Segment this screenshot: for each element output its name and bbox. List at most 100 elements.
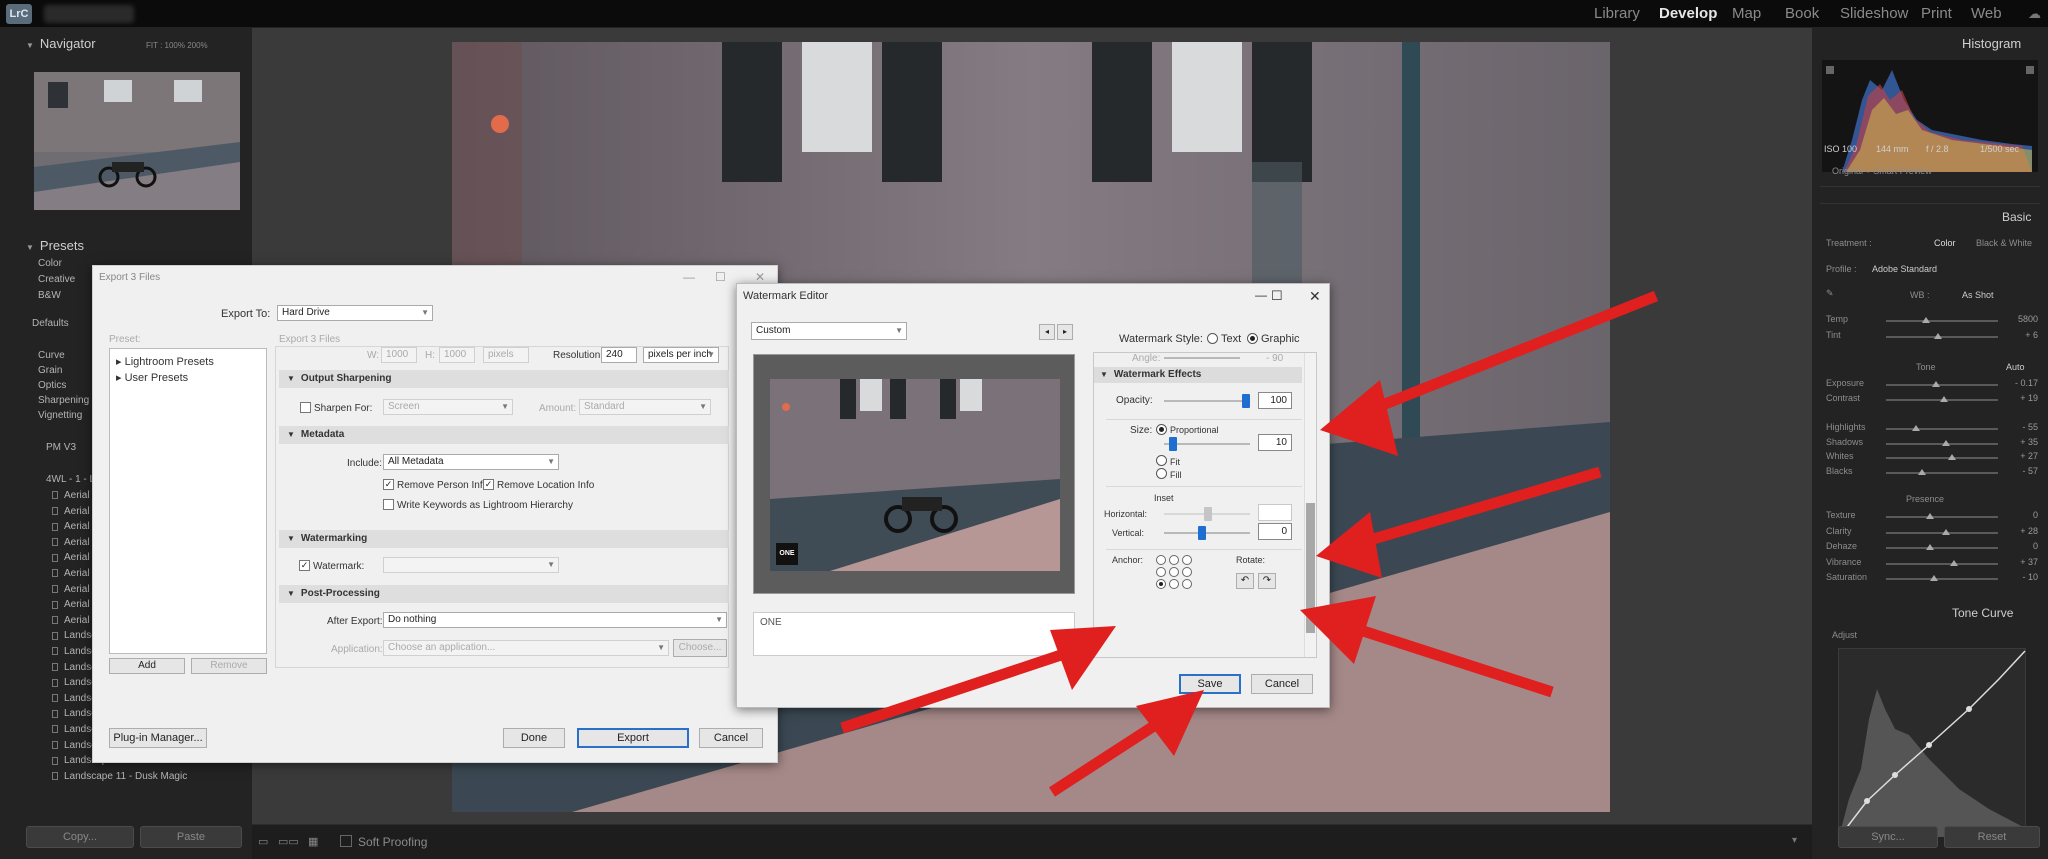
add-preset-button[interactable]: Add (109, 658, 185, 674)
anchor-middle-right[interactable] (1182, 567, 1192, 577)
paste-button[interactable]: Paste (140, 826, 242, 848)
height-input[interactable]: 1000 (439, 347, 475, 363)
size-slider-thumb[interactable] (1168, 437, 1177, 451)
preset-item[interactable]: Landsc (52, 646, 96, 657)
view-survey-icon[interactable]: ▦ (308, 835, 318, 848)
preset-item[interactable]: Landscape 11 - Dusk Magic (52, 771, 187, 782)
develop-slider[interactable] (1886, 336, 1998, 338)
settings-scrollbar[interactable] (1304, 353, 1316, 657)
minimize-icon[interactable]: — (1255, 288, 1267, 302)
slider-thumb[interactable] (1930, 575, 1938, 581)
develop-slider[interactable] (1886, 457, 1998, 459)
close-icon[interactable]: ✕ (755, 270, 765, 284)
reset-button[interactable]: Reset (1944, 826, 2040, 848)
module-web[interactable]: Web (1971, 5, 2002, 22)
resolution-input[interactable]: 240 (601, 347, 637, 363)
preset-group-pm-v3[interactable]: PM V3 (46, 442, 76, 453)
eyedropper-icon[interactable]: ✎ (1826, 288, 1834, 299)
slider-value[interactable]: + 19 (1998, 393, 2038, 403)
preset-group-sharpening[interactable]: Sharpening (38, 395, 89, 406)
develop-slider[interactable] (1886, 320, 1998, 322)
slider-value[interactable]: 5800 (1998, 314, 2038, 324)
opacity-input[interactable]: 100 (1258, 392, 1292, 409)
size-input[interactable]: 10 (1258, 434, 1292, 451)
amount-select[interactable]: Standard ▼ (579, 399, 711, 415)
preset-group-4wl[interactable]: 4WL - 1 - L (46, 474, 95, 485)
remove-preset-button[interactable]: Remove (191, 658, 267, 674)
horizontal-slider-thumb[interactable] (1204, 507, 1212, 521)
size-fit-radio[interactable] (1156, 455, 1167, 466)
slider-thumb[interactable] (1950, 559, 1958, 566)
watermark-effects-header[interactable]: ▼ Watermark Effects (1094, 367, 1302, 383)
preset-group-curve[interactable]: Curve (38, 350, 65, 361)
anchor-bottom-center[interactable] (1169, 579, 1179, 589)
develop-slider[interactable] (1886, 578, 1998, 580)
navigator-thumbnail[interactable] (34, 72, 240, 210)
wb-value[interactable]: As Shot (1962, 290, 1994, 300)
slider-thumb[interactable] (1932, 381, 1940, 387)
module-library[interactable]: Library (1594, 5, 1640, 22)
export-button[interactable]: Export (577, 728, 689, 748)
angle-slider[interactable] (1164, 357, 1240, 359)
sync-button[interactable]: Sync... (1838, 826, 1938, 848)
sharpen-for-select[interactable]: Screen ▼ (383, 399, 513, 415)
preset-folder-user[interactable]: ▸ User Presets (116, 371, 188, 384)
preset-item[interactable]: Landsc (52, 708, 96, 719)
slider-value[interactable]: 0 (1998, 510, 2038, 520)
size-fill-radio[interactable] (1156, 468, 1167, 479)
size-slider[interactable] (1164, 443, 1250, 445)
watermark-text-area[interactable]: ONE (753, 612, 1075, 656)
histogram-chart[interactable] (1822, 60, 2038, 172)
basic-title[interactable]: Basic (2002, 210, 2031, 224)
preset-item[interactable]: Landsc (52, 662, 96, 673)
preset-group-optics[interactable]: Optics (38, 380, 66, 391)
slider-value[interactable]: - 0.17 (1998, 378, 2038, 388)
save-button[interactable]: Save (1179, 674, 1241, 694)
minimize-icon[interactable]: — (683, 270, 695, 284)
slider-thumb[interactable] (1922, 317, 1930, 323)
module-develop[interactable]: Develop (1659, 5, 1717, 22)
style-text-radio[interactable] (1207, 333, 1218, 344)
slider-thumb[interactable] (1940, 395, 1948, 402)
anchor-middle-left[interactable] (1156, 567, 1166, 577)
slider-thumb[interactable] (1942, 439, 1950, 446)
preset-item[interactable]: Landsc (52, 693, 96, 704)
watermark-graphic-badge[interactable]: ONE (776, 543, 798, 565)
develop-slider[interactable] (1886, 471, 1998, 474)
preset-group-creative[interactable]: Creative (38, 274, 75, 285)
write-keywords-checkbox[interactable] (383, 499, 394, 510)
develop-slider[interactable] (1886, 547, 1998, 549)
develop-slider[interactable] (1886, 516, 1998, 518)
resolution-unit-select[interactable]: pixels per inch ▼ (643, 347, 719, 363)
size-unit-select[interactable]: pixels (483, 347, 529, 363)
slider-thumb[interactable] (1926, 513, 1934, 519)
slider-thumb[interactable] (1948, 454, 1956, 460)
include-select[interactable]: All Metadata ▼ (383, 454, 559, 470)
rotate-right-button[interactable]: ↷ (1258, 573, 1276, 589)
slider-value[interactable]: + 6 (1998, 330, 2038, 340)
width-input[interactable]: 1000 (381, 347, 417, 363)
toolbar-menu-icon[interactable]: ▾ (1792, 835, 1797, 846)
rotate-left-button[interactable]: ↶ (1236, 573, 1254, 589)
slider-value[interactable]: 0 (1998, 541, 2038, 551)
slider-value[interactable]: - 57 (1998, 466, 2038, 476)
slider-thumb[interactable] (1942, 528, 1950, 535)
module-map[interactable]: Map (1732, 5, 1761, 22)
slider-value[interactable]: + 28 (1998, 526, 2038, 536)
cancel-button[interactable]: Cancel (1251, 674, 1313, 694)
module-book[interactable]: Book (1785, 5, 1819, 22)
section-watermarking[interactable]: ▼ Watermarking (279, 530, 729, 548)
sharpen-checkbox[interactable] (300, 402, 311, 413)
section-metadata[interactable]: ▼ Metadata (279, 426, 729, 444)
tone-auto-button[interactable]: Auto (2006, 362, 2025, 372)
vertical-input[interactable]: 0 (1258, 523, 1292, 540)
opacity-slider-thumb[interactable] (1242, 394, 1250, 408)
cancel-button[interactable]: Cancel (699, 728, 763, 748)
vertical-slider-thumb[interactable] (1198, 526, 1206, 540)
anchor-top-center[interactable] (1169, 555, 1179, 565)
treatment-color[interactable]: Color (1934, 238, 1956, 248)
export-to-select[interactable]: Hard Drive ▼ (277, 305, 433, 321)
preset-folder-lightroom[interactable]: ▸ Lightroom Presets (116, 355, 214, 368)
navigator-header[interactable]: ▼ Navigator (26, 36, 96, 51)
watermark-select[interactable]: ▼ (383, 557, 559, 573)
